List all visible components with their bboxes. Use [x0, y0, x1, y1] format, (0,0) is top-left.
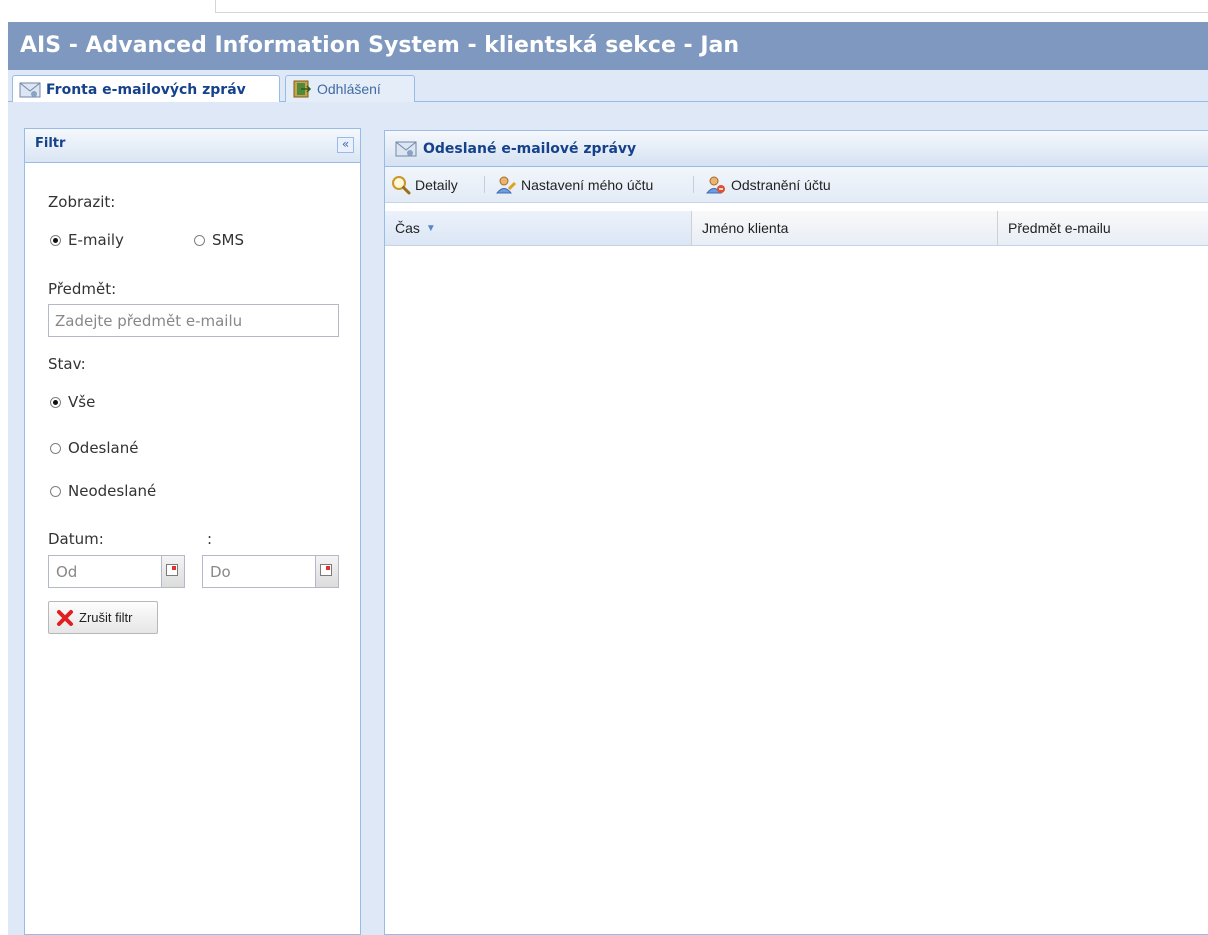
magnifier-icon — [392, 176, 411, 195]
clear-filter-button[interactable]: Zrušit filtr — [48, 601, 158, 634]
column-time[interactable]: Čas ▼ — [385, 211, 692, 245]
radio-status-unsent[interactable]: Neodeslané — [50, 482, 156, 500]
date-picker-button[interactable] — [315, 556, 338, 587]
user-edit-icon — [495, 176, 517, 194]
grid-column-header: Čas ▼ Jméno klienta Předmět e-mailu — [385, 211, 1208, 246]
date-picker-button[interactable] — [161, 556, 184, 587]
radio-label: Vše — [68, 393, 96, 411]
sent-emails-panel-title: Odeslané e-mailové zprávy — [423, 140, 637, 157]
app-title-bar: AIS - Advanced Information System - klie… — [8, 22, 1208, 70]
tab-logout[interactable]: Odhlášení — [285, 75, 415, 102]
toolbar-separator — [693, 176, 694, 193]
account-settings-button[interactable]: Nastavení mého účtu — [495, 167, 653, 203]
tab-label: Odhlášení — [317, 81, 381, 97]
column-label: Jméno klienta — [702, 220, 789, 236]
column-label: Předmět e-mailu — [1008, 220, 1111, 236]
subject-placeholder: Zadejte předmět e-mailu — [55, 311, 243, 330]
date-from-placeholder: Od — [56, 563, 78, 581]
subject-input[interactable]: Zadejte předmět e-mailu — [48, 304, 339, 337]
remove-account-label: Odstranění účtu — [731, 177, 831, 193]
radio-label: Odeslané — [68, 439, 139, 457]
date-to-placeholder: Do — [210, 563, 231, 581]
column-label: Čas — [395, 220, 420, 236]
filter-panel-title: Filtr — [35, 136, 66, 151]
envelope-icon — [19, 82, 41, 97]
details-label: Detaily — [415, 177, 458, 193]
tab-label: Fronta e-mailových zpráv — [46, 81, 246, 98]
sent-emails-panel-header: Odeslané e-mailové zprávy — [385, 131, 1208, 167]
top-strip — [0, 0, 1208, 22]
sort-desc-icon: ▼ — [425, 222, 436, 234]
calendar-icon — [320, 564, 332, 576]
status-label: Stav: — [48, 355, 86, 373]
date-to-input[interactable]: Do — [202, 555, 339, 588]
sent-emails-panel: Odeslané e-mailové zprávy Detaily Nastav… — [384, 130, 1208, 935]
app-title: AIS - Advanced Information System - klie… — [20, 33, 740, 58]
account-settings-label: Nastavení mého účtu — [521, 177, 654, 193]
tab-email-queue[interactable]: Fronta e-mailových zpráv — [12, 75, 280, 103]
collapse-panel-button[interactable]: « — [337, 137, 354, 153]
address-area — [215, 0, 1208, 13]
column-email-subject[interactable]: Předmět e-mailu — [998, 211, 1208, 245]
radio-status-all[interactable]: Vše — [50, 393, 95, 411]
radio-dot[interactable] — [50, 485, 61, 497]
radio-emails[interactable]: E-maily — [50, 231, 124, 249]
column-client-name[interactable]: Jméno klienta — [692, 211, 998, 245]
radio-status-sent[interactable]: Odeslané — [50, 439, 138, 457]
radio-label: E-maily — [68, 231, 124, 249]
details-button[interactable]: Detaily — [391, 167, 458, 203]
calendar-icon — [166, 564, 178, 576]
remove-account-button[interactable]: Odstranění účtu — [705, 167, 831, 203]
radio-dot[interactable] — [194, 234, 205, 246]
clear-filter-label: Zrušit filtr — [79, 610, 133, 625]
double-chevron-left-icon: « — [341, 137, 350, 151]
filter-panel-header: Filtr « — [25, 129, 360, 163]
date-label: Datum: — [48, 530, 104, 548]
radio-label: SMS — [212, 231, 244, 249]
logout-door-icon — [293, 80, 312, 98]
radio-dot-checked[interactable] — [50, 234, 61, 246]
radio-dot-checked[interactable] — [50, 396, 61, 408]
toolbar-separator — [484, 176, 485, 193]
envelope-icon — [395, 141, 417, 156]
date-separator: : — [207, 530, 213, 548]
red-x-icon — [57, 609, 73, 626]
radio-dot[interactable] — [50, 442, 61, 454]
radio-label: Neodeslané — [68, 482, 157, 500]
tab-strip: Fronta e-mailových zpráv Odhlášení — [8, 70, 1208, 103]
subject-label: Předmět: — [48, 280, 117, 298]
user-remove-icon — [705, 176, 725, 194]
date-from-input[interactable]: Od — [48, 555, 185, 588]
show-label: Zobrazit: — [48, 193, 116, 211]
grid-toolbar: Detaily Nastavení mého účtu Odstranění ú… — [385, 167, 1208, 203]
radio-sms[interactable]: SMS — [194, 231, 244, 249]
